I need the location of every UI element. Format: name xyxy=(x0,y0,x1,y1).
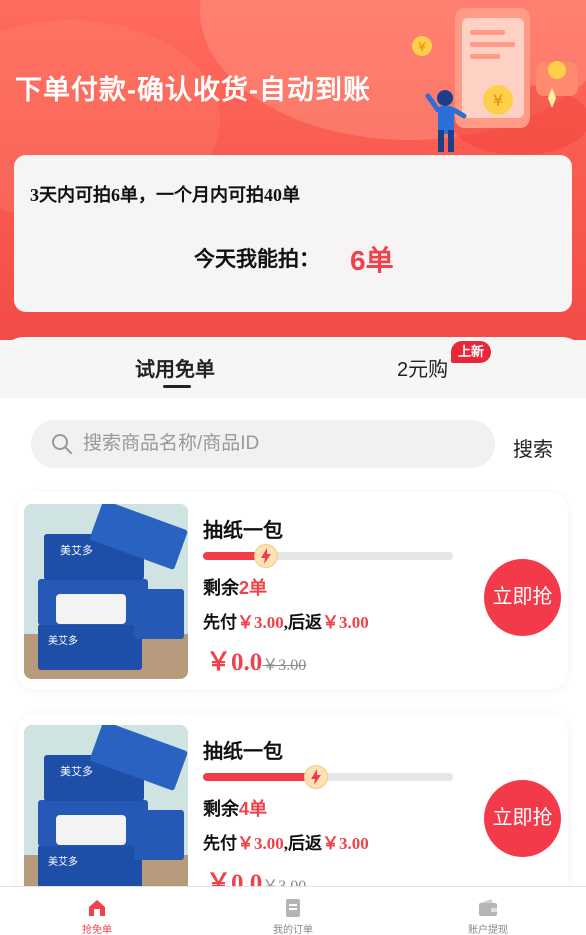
tabbar-item-withdraw[interactable]: 账户提现 xyxy=(448,891,528,935)
product-list-area: 搜索 美艾多 美艾多 抽纸一包 剩余2单 先付￥3.00,后返￥ xyxy=(0,398,586,911)
home-icon xyxy=(89,900,105,916)
tabbar-label: 我的订单 xyxy=(273,925,313,935)
tab-free-trial[interactable]: 试用免单 xyxy=(135,353,215,382)
order-icon xyxy=(286,899,300,917)
tabbar-label: 抢免单 xyxy=(82,925,112,935)
prepay-rebate-text: 先付￥3.00,后返￥3.00 xyxy=(203,613,369,632)
svg-text:美艾多: 美艾多 xyxy=(48,634,78,647)
search-input[interactable] xyxy=(83,420,483,468)
tab-two-yuan[interactable]: 2元购 xyxy=(397,353,448,382)
stock-progress-bar xyxy=(203,544,453,568)
grab-now-button[interactable]: 立即抢 xyxy=(484,559,561,636)
quota-today-label: 今天我能拍： xyxy=(194,248,320,271)
lightning-icon xyxy=(253,544,278,568)
product-card[interactable]: 美艾多 美艾多 抽纸一包 剩余2单 先付￥3.00,后返￥3.00 ￥0.0￥3… xyxy=(18,492,568,690)
remaining-stock: 剩余2单 xyxy=(203,578,268,598)
phone-payment-illustration: ¥ ¥ xyxy=(412,8,586,155)
product-card[interactable]: 美艾多 美艾多 抽纸一包 剩余4单 先付￥3.00,后返￥3.00 ￥0.0￥3… xyxy=(18,713,568,911)
product-name: 抽纸一包 xyxy=(203,741,283,763)
bottom-tabbar: 抢免单 我的订单 账户提现 xyxy=(0,886,586,935)
search-box xyxy=(31,420,495,468)
svg-text:美艾多: 美艾多 xyxy=(60,764,93,778)
search-icon xyxy=(52,434,72,454)
product-name: 抽纸一包 xyxy=(203,520,283,542)
tabbar-label: 账户提现 xyxy=(468,925,508,935)
stock-progress-bar xyxy=(203,765,453,789)
new-badge: 上新 xyxy=(451,341,491,363)
lightning-icon xyxy=(303,765,328,789)
quota-rule-text: 3天内可拍6单，一个月内可拍40单 xyxy=(30,185,300,205)
quota-card: 3天内可拍6单，一个月内可拍40单 今天我能拍： 6单 xyxy=(14,155,572,312)
product-image: 美艾多 美艾多 xyxy=(24,504,188,679)
svg-text:美艾多: 美艾多 xyxy=(48,855,78,868)
tabbar-item-my-orders[interactable]: 我的订单 xyxy=(253,891,333,935)
svg-text:¥: ¥ xyxy=(493,91,503,110)
svg-text:美艾多: 美艾多 xyxy=(60,543,93,557)
product-image: 美艾多 美艾多 xyxy=(24,725,188,900)
remaining-stock: 剩余4单 xyxy=(203,799,268,819)
tabbar-item-grab-free[interactable]: 抢免单 xyxy=(57,891,137,935)
prepay-rebate-text: 先付￥3.00,后返￥3.00 xyxy=(203,834,369,853)
active-tab-indicator xyxy=(163,385,191,388)
current-price: ￥0.0 xyxy=(206,649,263,676)
banner-title: 下单付款-确认收货-自动到账 xyxy=(15,75,371,105)
original-price: ￥3.00 xyxy=(262,657,307,674)
svg-text:¥: ¥ xyxy=(418,40,426,54)
quota-today-count: 6单 xyxy=(350,245,394,276)
stock-progress-fill xyxy=(203,773,316,781)
search-button[interactable]: 搜索 xyxy=(513,433,553,462)
price-line: ￥0.0￥3.00 xyxy=(206,642,306,678)
category-tabs: 试用免单 2元购 xyxy=(0,337,586,399)
grab-now-button[interactable]: 立即抢 xyxy=(484,780,561,857)
wallet-icon xyxy=(479,899,497,916)
